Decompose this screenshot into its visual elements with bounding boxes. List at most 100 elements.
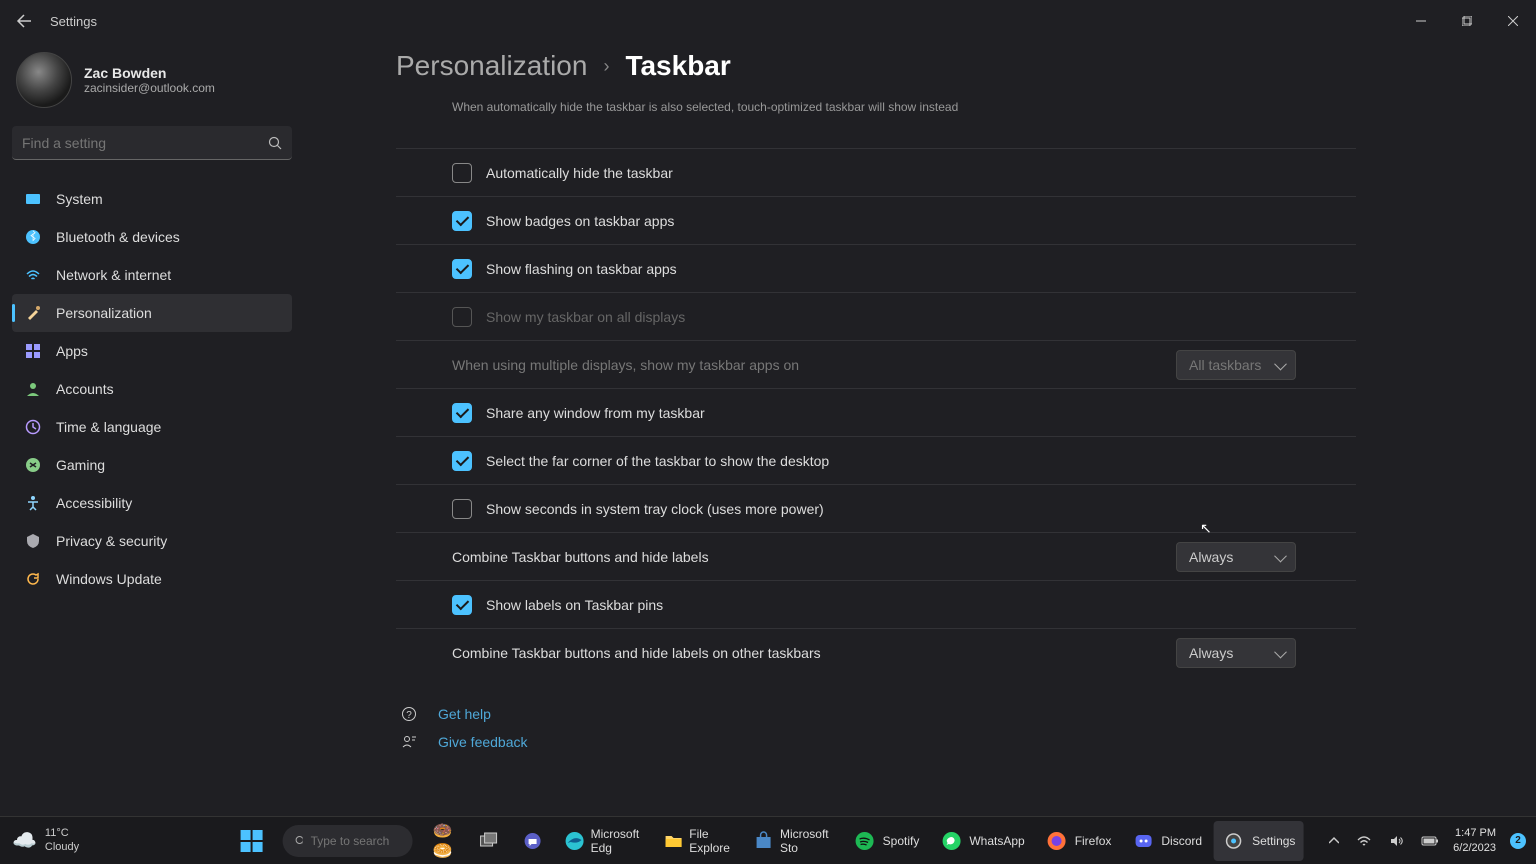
clock-date: 6/2/2023 [1453, 841, 1496, 855]
badges-checkbox[interactable] [452, 211, 472, 231]
chat-icon [521, 829, 545, 853]
tray-expand-icon[interactable] [1325, 832, 1343, 850]
start-button[interactable] [233, 821, 271, 861]
nav-apps[interactable]: Apps [12, 332, 292, 370]
nav-label: Accessibility [56, 495, 132, 511]
edge-icon [565, 829, 585, 853]
show-seconds-checkbox[interactable] [452, 499, 472, 519]
paint-icon [24, 304, 42, 322]
tray-wifi-icon[interactable] [1353, 830, 1375, 852]
discord-icon [1131, 829, 1155, 853]
folder-icon [663, 829, 683, 853]
update-icon [24, 570, 42, 588]
firefox-icon [1045, 829, 1069, 853]
tb-whatsapp[interactable]: WhatsApp [931, 821, 1032, 861]
nav-gaming[interactable]: Gaming [12, 446, 292, 484]
windows-icon [241, 830, 263, 852]
apps-icon [24, 342, 42, 360]
combine-other-label: Combine Taskbar buttons and hide labels … [452, 645, 1176, 661]
breadcrumb: Personalization › Taskbar [396, 50, 1356, 82]
breadcrumb-current: Taskbar [625, 50, 730, 82]
user-profile[interactable]: Zac Bowden zacinsider@outlook.com [12, 52, 292, 108]
user-email: zacinsider@outlook.com [84, 81, 215, 95]
nav-label: Time & language [56, 419, 161, 435]
combine-other-dropdown[interactable]: Always [1176, 638, 1296, 668]
setting-label: Share any window from my taskbar [486, 405, 1296, 421]
search-icon [268, 136, 282, 150]
tray-battery-icon[interactable] [1417, 831, 1443, 851]
nav-system[interactable]: System [12, 180, 292, 218]
feedback-link[interactable]: Give feedback [400, 728, 1356, 756]
auto-hide-checkbox[interactable] [452, 163, 472, 183]
app-label: Firefox [1075, 834, 1112, 848]
nav-label: Bluetooth & devices [56, 229, 180, 245]
setting-label: Automatically hide the taskbar [486, 165, 1296, 181]
emoji-widget[interactable]: 🍩🥯 [425, 821, 465, 861]
taskview-icon [477, 829, 501, 853]
weather-temp: 11°C [45, 827, 79, 840]
setting-label: Show flashing on taskbar apps [486, 261, 1296, 277]
tb-discord[interactable]: Discord [1123, 821, 1210, 861]
labels-pins-checkbox[interactable] [452, 595, 472, 615]
tb-firefox[interactable]: Firefox [1037, 821, 1120, 861]
user-name: Zac Bowden [84, 65, 215, 81]
emoji-icon: 🍩🥯 [433, 829, 457, 853]
nav-label: Accounts [56, 381, 114, 397]
system-clock[interactable]: 1:47 PM6/2/2023 [1453, 826, 1500, 855]
far-corner-checkbox[interactable] [452, 451, 472, 471]
cloud-icon: ☁️ [12, 828, 37, 853]
search-input[interactable] [22, 135, 268, 151]
nav-label: Privacy & security [56, 533, 167, 549]
feedback-text: Give feedback [438, 734, 528, 750]
tb-spotify[interactable]: Spotify [845, 821, 928, 861]
flashing-checkbox[interactable] [452, 259, 472, 279]
breadcrumb-parent[interactable]: Personalization [396, 50, 587, 82]
nav-accessibility[interactable]: Accessibility [12, 484, 292, 522]
sidebar: Zac Bowden zacinsider@outlook.com System… [12, 52, 292, 598]
minimize-button[interactable] [1398, 5, 1444, 37]
nav-privacy[interactable]: Privacy & security [12, 522, 292, 560]
close-icon [1508, 16, 1518, 26]
spotify-icon [853, 829, 877, 853]
notification-badge[interactable]: 2 [1510, 833, 1526, 849]
setting-label: Show badges on taskbar apps [486, 213, 1296, 229]
tb-edge[interactable]: Microsoft Edg [557, 821, 652, 861]
get-help-link[interactable]: ? Get help [400, 700, 1356, 728]
search-icon [295, 835, 303, 847]
app-label: WhatsApp [969, 834, 1024, 848]
weather-widget[interactable]: ☁️ 11°CCloudy [12, 827, 79, 853]
close-button[interactable] [1490, 5, 1536, 37]
tb-settings[interactable]: Settings [1214, 821, 1303, 861]
chat-app[interactable] [513, 821, 553, 861]
app-label: Settings [1252, 834, 1295, 848]
nav-time[interactable]: Time & language [12, 408, 292, 446]
maximize-button[interactable] [1444, 5, 1490, 37]
titlebar: Settings [0, 0, 1536, 42]
multi-displays-label: When using multiple displays, show my ta… [452, 357, 1176, 373]
nav-personalization[interactable]: Personalization [12, 294, 292, 332]
nav-label: Network & internet [56, 267, 171, 283]
person-icon [24, 380, 42, 398]
gaming-icon [24, 456, 42, 474]
tb-store[interactable]: Microsoft Sto [746, 821, 841, 861]
back-button[interactable] [10, 7, 38, 35]
nav-network[interactable]: Network & internet [12, 256, 292, 294]
combine-label: Combine Taskbar buttons and hide labels [452, 549, 1176, 565]
taskbar-search[interactable] [275, 821, 421, 861]
taskbar-search-input[interactable] [311, 834, 401, 848]
share-window-checkbox[interactable] [452, 403, 472, 423]
tb-explorer[interactable]: File Explore [655, 821, 742, 861]
help-icon: ? [400, 706, 418, 722]
search-box[interactable] [12, 126, 292, 160]
accessibility-icon [24, 494, 42, 512]
weather-desc: Cloudy [45, 841, 79, 854]
multi-displays-dropdown: All taskbars [1176, 350, 1296, 380]
clock-globe-icon [24, 418, 42, 436]
nav-update[interactable]: Windows Update [12, 560, 292, 598]
nav-bluetooth[interactable]: Bluetooth & devices [12, 218, 292, 256]
task-view[interactable] [469, 821, 509, 861]
combine-dropdown[interactable]: Always [1176, 542, 1296, 572]
tray-volume-icon[interactable] [1385, 830, 1407, 852]
nav-label: Gaming [56, 457, 105, 473]
nav-accounts[interactable]: Accounts [12, 370, 292, 408]
